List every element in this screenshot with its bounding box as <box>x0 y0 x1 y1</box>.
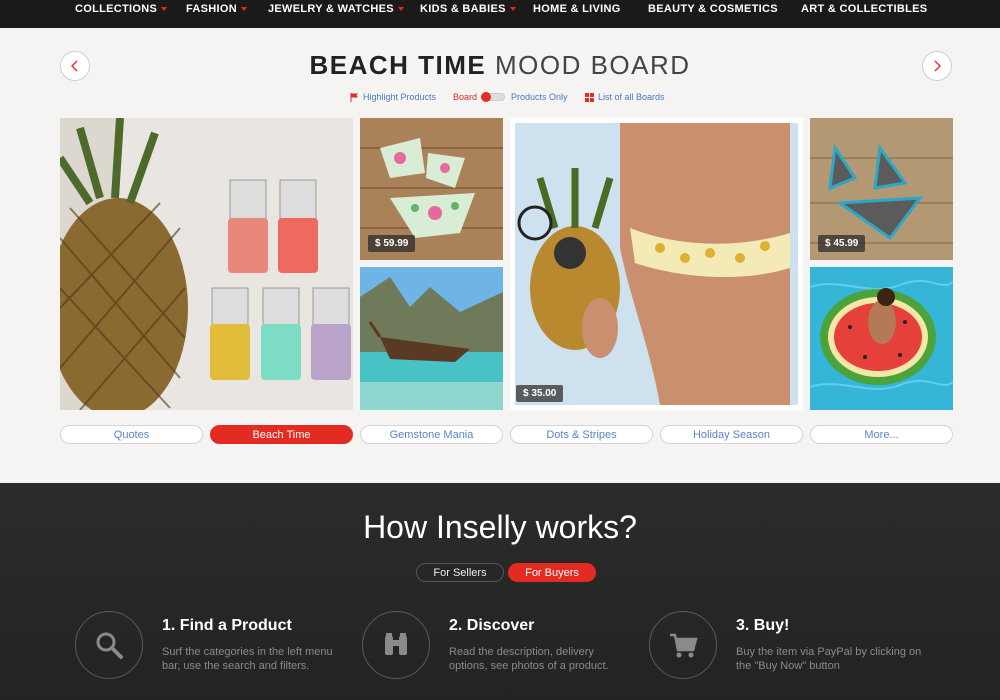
board-title-strong: BEACH TIME <box>309 50 487 80</box>
board-title: BEACH TIME MOOD BOARD <box>0 50 1000 81</box>
pineapple-bikini-image <box>510 118 803 410</box>
step-1-circle <box>75 611 143 679</box>
products-only-text: Products Only <box>511 92 568 102</box>
nav-kids-babies[interactable]: KIDS & BABIES <box>420 3 516 15</box>
toggle-knob <box>481 92 491 102</box>
nav-beauty-cosmetics[interactable]: BEAUTY & COSMETICS <box>648 3 778 15</box>
step-2-circle <box>362 611 430 679</box>
nav-label: KIDS & BABIES <box>420 3 506 15</box>
board-options: Highlight Products Board Products Only L… <box>0 92 1000 106</box>
for-sellers-tab[interactable]: For Sellers <box>416 563 504 582</box>
step-1-desc: Surf the categories in the left menu bar… <box>162 646 333 672</box>
nav-art-collectibles[interactable]: ART & COLLECTIBLES <box>801 3 927 15</box>
nav-label: BEAUTY & COSMETICS <box>648 3 778 15</box>
nav-label: FASHION <box>186 3 237 15</box>
tile-gray-bikini[interactable]: $ 45.99 <box>810 118 953 260</box>
nav-fashion[interactable]: FASHION <box>186 3 247 15</box>
board-tab-beach-time[interactable]: Beach Time <box>210 425 353 444</box>
price-badge: $ 45.99 <box>818 235 866 252</box>
board-tab-label: Holiday Season <box>692 428 771 441</box>
grid-icon <box>585 92 594 102</box>
list-all-boards-label: List of all Boards <box>598 92 665 102</box>
step-3-title: 3. Buy! <box>736 617 790 634</box>
step-2-desc: Read the description, delivery options, … <box>449 646 609 672</box>
board-tab-gemstone-mania[interactable]: Gemstone Mania <box>360 425 503 444</box>
board-tab-label: Gemstone Mania <box>389 428 474 441</box>
board-tab-label: Quotes <box>113 428 150 441</box>
board-tab-label: Beach Time <box>252 428 311 441</box>
view-toggle[interactable] <box>481 92 505 102</box>
step-2-title: 2. Discover <box>449 617 535 634</box>
board-label: Board <box>453 92 478 102</box>
nav-label: ART & COLLECTIBLES <box>801 3 928 15</box>
products-only-label[interactable]: Products Only <box>511 92 568 102</box>
highlight-products-label: Highlight Products <box>363 92 437 102</box>
watermelon-float-image <box>810 267 953 410</box>
how-title: How Inselly works? <box>363 509 637 545</box>
tile-watermelon-float[interactable] <box>810 267 953 410</box>
price-badge: $ 35.00 <box>516 385 564 402</box>
board-tab-more[interactable]: More... <box>810 425 953 444</box>
chevron-down-icon <box>397 7 404 12</box>
nav-collections[interactable]: COLLECTIONS <box>75 3 168 15</box>
step-1-title: 1. Find a Product <box>162 617 292 634</box>
board-tab-holiday-season[interactable]: Holiday Season <box>660 425 803 444</box>
list-all-boards-link[interactable]: List of all Boards <box>585 92 665 102</box>
flag-icon <box>350 92 358 102</box>
board-tab-dots-stripes[interactable]: Dots & Stripes <box>510 425 653 444</box>
search-icon <box>96 632 123 659</box>
chevron-down-icon <box>241 7 247 12</box>
cart-icon <box>670 633 698 658</box>
step-3-circle <box>649 611 717 679</box>
chevron-down-icon <box>161 7 168 12</box>
nav-jewelry-watches[interactable]: JEWELRY & WATCHES <box>268 3 404 15</box>
how-it-works-section: How Inselly works? For Sellers For Buyer… <box>0 483 1000 700</box>
board-tab-quotes[interactable]: Quotes <box>60 425 203 444</box>
board-view-label[interactable]: Board <box>453 92 477 102</box>
price-badge: $ 59.99 <box>368 235 416 252</box>
top-navigation: COLLECTIONS FASHION JEWELRY & WATCHES KI… <box>0 0 1000 28</box>
for-buyers-tab[interactable]: For Buyers <box>508 563 596 582</box>
nav-label: JEWELRY & WATCHES <box>268 3 394 15</box>
board-tab-label: Dots & Stripes <box>546 428 617 441</box>
highlight-products-link[interactable]: Highlight Products <box>350 92 436 102</box>
tile-pineapple-bikini[interactable]: $ 35.00 <box>510 118 803 410</box>
nav-label: HOME & LIVING <box>533 3 621 15</box>
boat-beach-image <box>360 267 503 410</box>
pineapple-polish-image <box>60 118 353 410</box>
binoculars-icon <box>385 633 407 655</box>
step-3-desc: Buy the item via PayPal by clicking on t… <box>736 646 922 672</box>
mood-board-section: BEACH TIME MOOD BOARD Highlight Products… <box>0 28 1000 483</box>
board-tab-label: More... <box>864 428 899 441</box>
for-sellers-label: For Sellers <box>433 566 487 579</box>
tile-pineapple-polish[interactable] <box>60 118 353 410</box>
tile-boat-beach[interactable] <box>360 267 503 410</box>
chevron-down-icon <box>509 7 516 12</box>
tile-floral-bikini[interactable]: $ 59.99 <box>360 118 503 260</box>
board-title-light: MOOD BOARD <box>494 50 691 80</box>
nav-label: COLLECTIONS <box>75 3 158 15</box>
nav-home-living[interactable]: HOME & LIVING <box>533 3 621 15</box>
for-buyers-label: For Buyers <box>525 566 579 579</box>
